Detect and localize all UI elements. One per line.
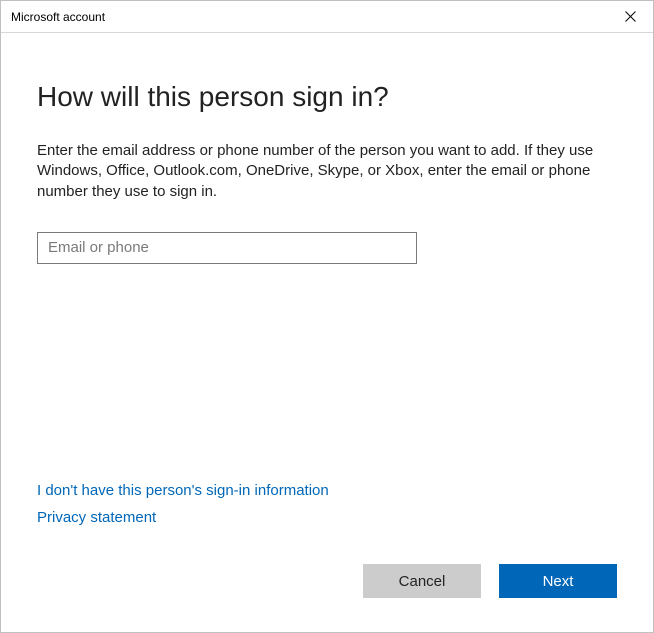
close-button[interactable] (607, 1, 653, 33)
next-button[interactable]: Next (499, 564, 617, 598)
description-text: Enter the email address or phone number … (37, 141, 597, 202)
privacy-statement-link[interactable]: Privacy statement (37, 509, 329, 526)
window-title: Microsoft account (11, 1, 105, 33)
titlebar: Microsoft account (1, 1, 653, 33)
button-row: Cancel Next (363, 564, 617, 598)
close-icon (625, 11, 636, 22)
email-or-phone-input[interactable] (37, 232, 417, 264)
cancel-button[interactable]: Cancel (363, 564, 481, 598)
no-signin-info-link[interactable]: I don't have this person's sign-in infor… (37, 482, 329, 499)
dialog-content: How will this person sign in? Enter the … (1, 33, 653, 632)
page-title: How will this person sign in? (37, 81, 617, 113)
input-container (37, 232, 417, 264)
links-section: I don't have this person's sign-in infor… (37, 482, 329, 536)
